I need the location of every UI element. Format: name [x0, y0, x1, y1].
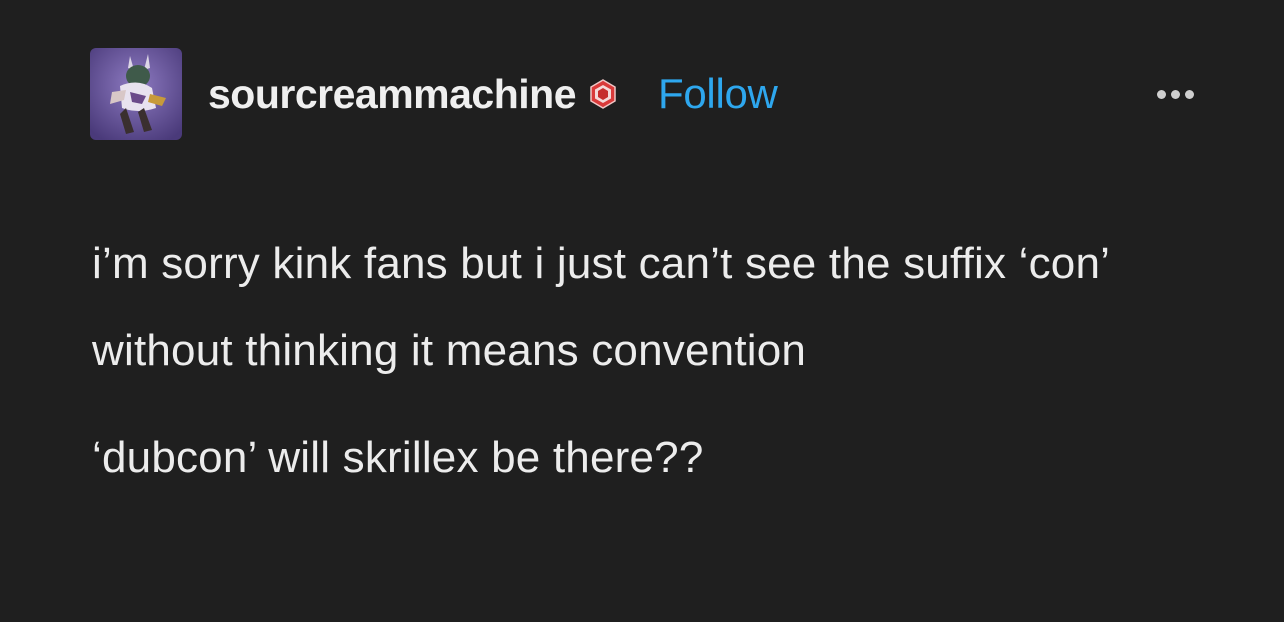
post-header: sourcreammachine Follow	[90, 48, 1200, 140]
follow-button[interactable]: Follow	[658, 70, 778, 118]
tumblr-post: sourcreammachine Follow i’m sorry kink f…	[0, 0, 1284, 622]
avatar-image	[90, 48, 182, 140]
hexagon-badge-icon	[588, 79, 618, 109]
post-paragraph: ‘dubcon’ will skrillex be there??	[92, 433, 704, 482]
user-avatar[interactable]	[90, 48, 182, 140]
post-body: i’m sorry kink fans but i just can’t see…	[92, 220, 1212, 501]
more-options-icon[interactable]	[1155, 84, 1196, 105]
post-paragraph: i’m sorry kink fans but i just can’t see…	[92, 239, 1109, 375]
username[interactable]: sourcreammachine	[208, 71, 577, 118]
